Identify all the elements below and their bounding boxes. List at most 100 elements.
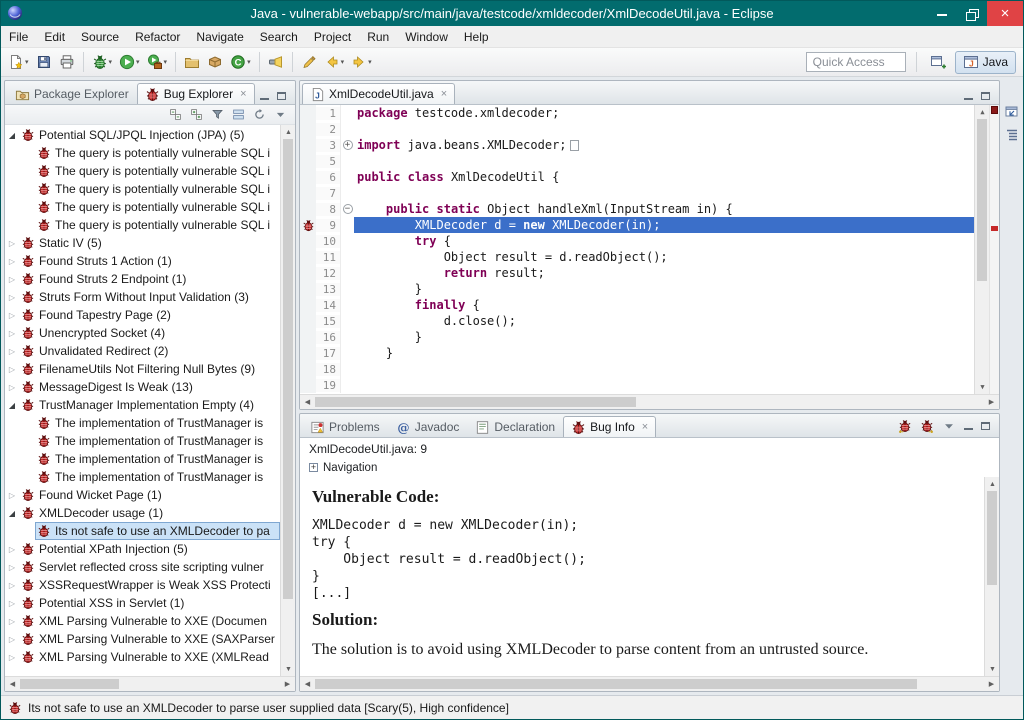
- tree-item[interactable]: The query is potentially vulnerable SQL …: [5, 162, 280, 180]
- code-line[interactable]: 6 public class XmlDecodeUtil {: [300, 169, 974, 185]
- back-button[interactable]: ▾: [321, 50, 348, 74]
- menu-help[interactable]: Help: [456, 26, 497, 48]
- code-line[interactable]: 17 }: [300, 345, 974, 361]
- expanded-arrow-icon[interactable]: ◢: [5, 401, 19, 410]
- maximize-view-button[interactable]: [981, 422, 990, 430]
- tree-item[interactable]: ▷ XML Parsing Vulnerable to XXE (Documen: [5, 612, 280, 630]
- tree-item[interactable]: ▷ Unvalidated Redirect (2): [5, 342, 280, 360]
- dropdown-arrow-icon[interactable]: ▾: [136, 58, 140, 66]
- previous-bug-button[interactable]: [898, 419, 912, 433]
- tree-item[interactable]: ▷ Potential XSS in Servlet (1): [5, 594, 280, 612]
- tab-xmldecodeutil-java[interactable]: J XmlDecodeUtil.java ×: [302, 83, 456, 104]
- tree-item[interactable]: ◢ TrustManager Implementation Empty (4): [5, 396, 280, 414]
- scroll-thumb[interactable]: [283, 139, 293, 600]
- code-line[interactable]: 1 package testcode.xmldecoder;: [300, 105, 974, 121]
- collapsed-arrow-icon[interactable]: ▷: [5, 293, 19, 302]
- code-line[interactable]: 3 + import java.beans.XMLDecoder;: [300, 137, 974, 153]
- open-perspective-button[interactable]: [927, 50, 949, 74]
- bug-marker-icon[interactable]: [300, 217, 316, 233]
- dropdown-arrow-icon[interactable]: ▾: [164, 58, 168, 66]
- tree-item[interactable]: ▷ XSSRequestWrapper is Weak XSS Protecti: [5, 576, 280, 594]
- expanded-arrow-icon[interactable]: ◢: [5, 131, 19, 140]
- bug-annotation-marker[interactable]: [991, 226, 998, 232]
- tree-item[interactable]: The implementation of TrustManager is: [5, 450, 280, 468]
- code-line[interactable]: 13 }: [300, 281, 974, 297]
- scroll-thumb[interactable]: [315, 679, 918, 689]
- scroll-right-icon[interactable]: ▶: [280, 677, 295, 691]
- collapsed-region-icon[interactable]: [569, 140, 579, 151]
- minimize-view-button[interactable]: [964, 422, 973, 430]
- scroll-thumb[interactable]: [20, 679, 119, 689]
- tab-javadoc[interactable]: @ Javadoc: [388, 416, 468, 437]
- scroll-up-icon[interactable]: ▲: [975, 105, 990, 119]
- menu-window[interactable]: Window: [397, 26, 456, 48]
- code-text[interactable]: XMLDecoder d = new XMLDecoder(in);: [354, 217, 974, 233]
- code-text[interactable]: [354, 185, 974, 201]
- menu-source[interactable]: Source: [73, 26, 127, 48]
- collapsed-arrow-icon[interactable]: ▷: [5, 491, 19, 500]
- tree-item[interactable]: ▷ Static IV (5): [5, 234, 280, 252]
- menu-navigate[interactable]: Navigate: [188, 26, 251, 48]
- tab-bug-info[interactable]: Bug Info ×: [563, 416, 657, 437]
- run-button[interactable]: ▾: [116, 50, 143, 74]
- scroll-right-icon[interactable]: ▶: [984, 395, 999, 409]
- close-window-button[interactable]: ×: [987, 1, 1023, 26]
- tree-vertical-scrollbar[interactable]: ▲ ▼: [280, 125, 295, 676]
- scroll-track[interactable]: [975, 119, 989, 380]
- search-button[interactable]: [265, 50, 287, 74]
- editor-vertical-scrollbar[interactable]: ▲ ▼: [974, 105, 989, 394]
- overview-ruler[interactable]: [989, 105, 999, 394]
- code-line[interactable]: 12 return result;: [300, 265, 974, 281]
- collapsed-arrow-icon[interactable]: ▷: [5, 617, 19, 626]
- filter-button[interactable]: [209, 106, 226, 123]
- fold-minus-icon[interactable]: −: [340, 201, 354, 217]
- group-button[interactable]: [230, 106, 247, 123]
- scroll-thumb[interactable]: [977, 119, 987, 281]
- expand-all-button[interactable]: [188, 106, 205, 123]
- close-tab-icon[interactable]: ×: [642, 421, 648, 433]
- code-text[interactable]: Object result = d.readObject();: [354, 249, 974, 265]
- scroll-track[interactable]: [315, 395, 984, 409]
- scroll-track[interactable]: [20, 677, 280, 691]
- code-text[interactable]: import java.beans.XMLDecoder;: [354, 137, 974, 153]
- tree-item[interactable]: ▷ Found Tapestry Page (2): [5, 306, 280, 324]
- tree-item[interactable]: The implementation of TrustManager is: [5, 432, 280, 450]
- last-edit-location-button[interactable]: [298, 50, 320, 74]
- scroll-thumb[interactable]: [987, 491, 997, 586]
- dropdown-arrow-icon[interactable]: ▾: [247, 58, 251, 66]
- dropdown-arrow-icon[interactable]: ▾: [368, 58, 372, 66]
- restore-minimized-view-button[interactable]: [1004, 104, 1020, 120]
- view-menu-button[interactable]: [942, 419, 956, 433]
- collapsed-arrow-icon[interactable]: ▷: [5, 365, 19, 374]
- tree-item[interactable]: ▷ Found Wicket Page (1): [5, 486, 280, 504]
- code-line[interactable]: 2: [300, 121, 974, 137]
- new-class-button[interactable]: C ▾: [227, 50, 254, 74]
- collapsed-arrow-icon[interactable]: ▷: [5, 311, 19, 320]
- code-text[interactable]: [354, 377, 974, 393]
- scroll-left-icon[interactable]: ◀: [300, 677, 315, 691]
- collapse-all-button[interactable]: [167, 106, 184, 123]
- navigation-expander-icon[interactable]: +: [309, 463, 318, 472]
- tab-problems[interactable]: Problems: [302, 416, 388, 437]
- code-line[interactable]: 14 finally {: [300, 297, 974, 313]
- next-bug-button[interactable]: [920, 419, 934, 433]
- code-text[interactable]: try {: [354, 233, 974, 249]
- code-text[interactable]: [354, 153, 974, 169]
- tree-horizontal-scrollbar[interactable]: ◀ ▶: [5, 676, 295, 691]
- dropdown-arrow-icon[interactable]: ▾: [25, 58, 29, 66]
- collapsed-arrow-icon[interactable]: ▷: [5, 653, 19, 662]
- tree-item[interactable]: ▷ Found Struts 1 Action (1): [5, 252, 280, 270]
- code-line[interactable]: 9 XMLDecoder d = new XMLDecoder(in);: [300, 217, 974, 233]
- menu-run[interactable]: Run: [359, 26, 397, 48]
- save-button[interactable]: [33, 50, 55, 74]
- minimize-window-button[interactable]: [927, 1, 957, 26]
- code-text[interactable]: public class XmlDecodeUtil {: [354, 169, 974, 185]
- close-tab-icon[interactable]: ×: [441, 88, 447, 100]
- scroll-track[interactable]: [281, 139, 295, 662]
- collapsed-arrow-icon[interactable]: ▷: [5, 329, 19, 338]
- menu-edit[interactable]: Edit: [36, 26, 73, 48]
- code-line[interactable]: 5: [300, 153, 974, 169]
- collapsed-arrow-icon[interactable]: ▷: [5, 275, 19, 284]
- tree-item[interactable]: ▷ Struts Form Without Input Validation (3…: [5, 288, 280, 306]
- code-text[interactable]: d.close();: [354, 313, 974, 329]
